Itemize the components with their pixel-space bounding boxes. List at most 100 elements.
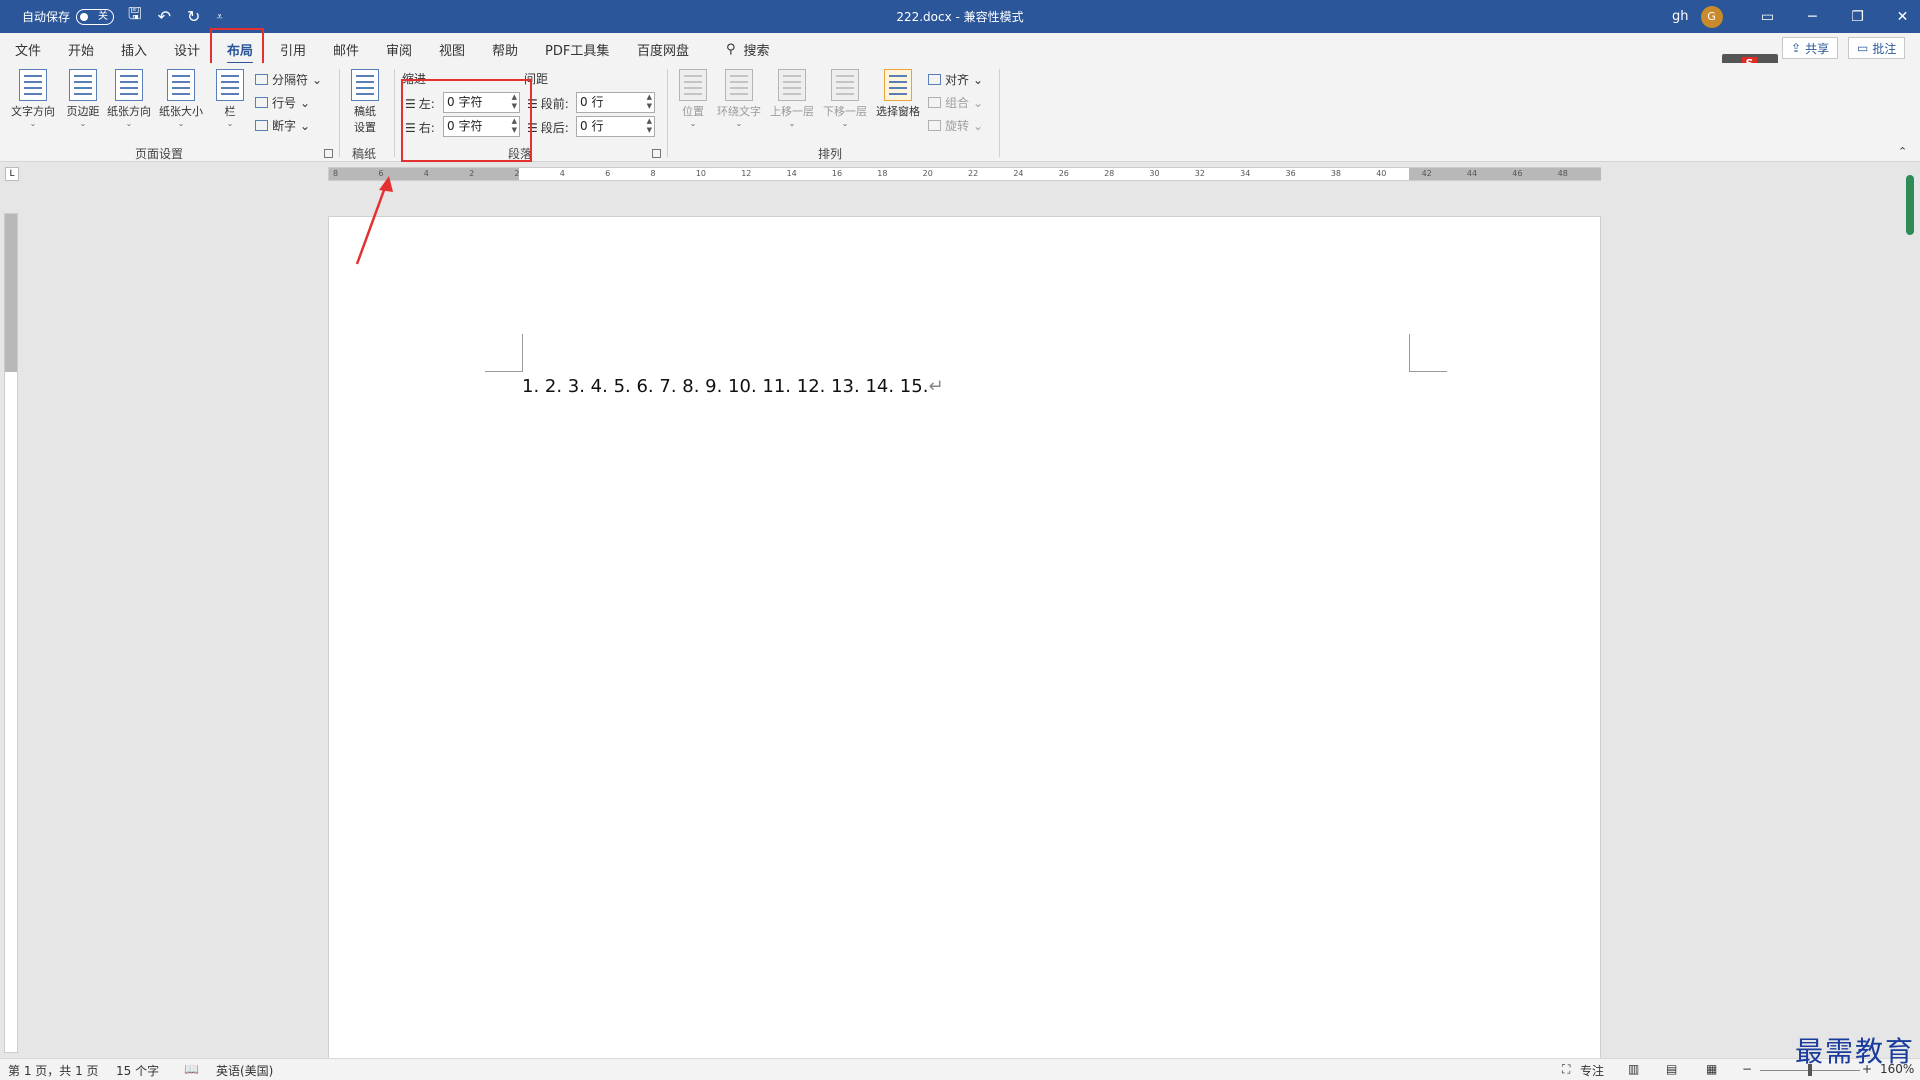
- focus-mode-label[interactable]: 专注: [1580, 1062, 1604, 1079]
- send-backward-button[interactable]: 下移一层 ⌄: [820, 69, 870, 128]
- ruler-tick-label: 34: [1240, 169, 1251, 178]
- ruler-tick-label: 40: [1376, 169, 1387, 178]
- spacing-after-label: ☰ 段后:: [527, 120, 569, 136]
- margins-button[interactable]: 页边距 ⌄: [58, 69, 108, 128]
- selection-pane-button[interactable]: 选择窗格: [873, 69, 923, 119]
- numbered-list-text: 1. 2. 3. 4. 5. 6. 7. 8. 9. 10. 11. 12. 1…: [522, 376, 929, 397]
- tab-home[interactable]: 开始: [68, 40, 94, 59]
- ribbon-display-icon[interactable]: ▭: [1745, 9, 1790, 25]
- paper-size-icon: [167, 69, 195, 101]
- selection-pane-label: 选择窗格: [876, 105, 920, 118]
- collapse-ribbon-icon[interactable]: ⌃: [1898, 145, 1907, 158]
- manuscript-settings-label-line1: 稿纸: [354, 105, 376, 118]
- user-account[interactable]: gh G: [1672, 0, 1723, 33]
- wrap-text-button[interactable]: 环绕文字 ⌄: [714, 69, 764, 128]
- tab-review[interactable]: 审阅: [386, 40, 412, 59]
- horizontal-ruler[interactable]: 8 6 4 2 2 4 6 8 10 12 14 16 18 20 22 24 26 28 30 32 34 36 38 40…: [328, 167, 1601, 181]
- document-body-text[interactable]: 1. 2. 3. 4. 5. 6. 7. 8. 9. 10. 11. 12. 1…: [522, 376, 944, 397]
- page-count[interactable]: 第 1 页，共 1 页: [8, 1062, 99, 1079]
- orientation-icon: [115, 69, 143, 101]
- autosave-control[interactable]: 自动保存 关: [22, 0, 115, 33]
- proofing-icon[interactable]: 📖: [184, 1062, 199, 1076]
- spinner-icon[interactable]: ▲ ▼: [647, 93, 652, 111]
- spacing-after-input[interactable]: 0 行 ▲ ▼: [576, 116, 655, 137]
- avatar[interactable]: G: [1700, 5, 1723, 28]
- hyphenation-button[interactable]: 断字 ⌄: [255, 117, 310, 134]
- paragraph-dialog-launcher[interactable]: [652, 149, 661, 158]
- comments-button[interactable]: ▭ 批注: [1848, 37, 1906, 59]
- minimize-icon[interactable]: ─: [1790, 9, 1835, 25]
- tab-design[interactable]: 设计: [174, 40, 200, 59]
- vertical-ruler[interactable]: [4, 213, 18, 1053]
- web-layout-icon[interactable]: ▦: [1706, 1062, 1717, 1076]
- position-button[interactable]: 位置 ⌄: [668, 69, 718, 128]
- share-button[interactable]: ⇪ 共享: [1782, 37, 1839, 59]
- comment-icon: ▭: [1857, 41, 1869, 55]
- ruler-tick-label: 16: [831, 169, 843, 178]
- tab-insert[interactable]: 插入: [121, 40, 147, 59]
- group-objects-button[interactable]: 组合 ⌄: [928, 94, 983, 111]
- text-direction-label: 文字方向: [11, 105, 55, 118]
- document-title-text: 222.docx - 兼容性模式: [896, 10, 1024, 24]
- indent-highlight-box: [401, 79, 532, 162]
- crop-mark-top-right: [1409, 334, 1447, 372]
- paragraph-mark: ↵: [928, 376, 944, 397]
- ribbon-tabs: 文件 开始 插入 设计 布局 引用 邮件 审阅 视图 帮助 PDF工具集 百度网…: [0, 33, 1920, 65]
- language-indicator[interactable]: 英语(美国): [216, 1062, 273, 1079]
- tab-pdf-tools[interactable]: PDF工具集: [545, 40, 609, 59]
- search-label: 搜索: [743, 44, 770, 59]
- manuscript-settings-button[interactable]: 稿纸 设置: [340, 69, 390, 135]
- group-label: 组合: [945, 96, 970, 110]
- page-setup-dialog-launcher[interactable]: [324, 149, 333, 158]
- text-direction-button[interactable]: 文字方向 ⌄: [8, 69, 58, 128]
- rotate-button[interactable]: 旋转 ⌄: [928, 117, 983, 134]
- page-setup-group-label: 页面设置: [135, 147, 184, 161]
- vertical-scrollbar[interactable]: [1906, 175, 1914, 235]
- breaks-button[interactable]: 分隔符 ⌄: [255, 71, 322, 88]
- bring-forward-button[interactable]: 上移一层 ⌄: [767, 69, 817, 128]
- undo-icon[interactable]: ↶: [158, 7, 171, 26]
- print-layout-icon[interactable]: ▤: [1666, 1062, 1677, 1076]
- word-count[interactable]: 15 个字: [116, 1062, 159, 1079]
- orientation-button[interactable]: 纸张方向 ⌄: [104, 69, 154, 128]
- tab-view[interactable]: 视图: [439, 40, 465, 59]
- tab-references[interactable]: 引用: [280, 40, 306, 59]
- ruler-tick-label: 20: [922, 169, 933, 178]
- hyphenation-icon: [255, 120, 268, 131]
- paper-size-button[interactable]: 纸张大小 ⌄: [156, 69, 206, 128]
- customize-qat-icon[interactable]: ⩡: [216, 10, 222, 24]
- autosave-toggle[interactable]: 关: [76, 8, 115, 25]
- margins-icon: [69, 69, 97, 101]
- spacing-before-label: ☰ 段前:: [527, 96, 569, 112]
- read-mode-icon[interactable]: ▥: [1628, 1062, 1639, 1076]
- ruler-tick-label: 38: [1330, 169, 1342, 178]
- crop-mark-top-left: [485, 334, 523, 372]
- restore-icon[interactable]: ❐: [1835, 9, 1880, 25]
- breaks-icon: [255, 74, 268, 85]
- tab-file[interactable]: 文件: [15, 40, 41, 59]
- columns-button[interactable]: 栏 ⌄: [205, 69, 255, 128]
- focus-icon[interactable]: ⛶: [1562, 1062, 1570, 1077]
- spinner-icon[interactable]: ▲ ▼: [647, 117, 652, 135]
- search-box[interactable]: ⚲ 搜索: [726, 40, 770, 59]
- document-page[interactable]: [328, 216, 1601, 1062]
- position-label: 位置: [682, 105, 704, 118]
- redo-icon[interactable]: ↻: [187, 7, 200, 26]
- spacing-before-input[interactable]: 0 行 ▲ ▼: [576, 92, 655, 113]
- spacing-before-value: 0 行: [580, 95, 604, 109]
- close-icon[interactable]: ✕: [1880, 9, 1920, 25]
- zoom-out-icon[interactable]: −: [1742, 1062, 1752, 1076]
- search-icon: ⚲: [726, 42, 736, 57]
- line-numbers-button[interactable]: 行号 ⌄: [255, 94, 310, 111]
- align-button[interactable]: 对齐 ⌄: [928, 71, 983, 88]
- tab-mailings[interactable]: 邮件: [333, 40, 359, 59]
- rotate-label: 旋转: [945, 119, 970, 133]
- ruler-tick-label: 26: [1058, 169, 1069, 178]
- tab-help[interactable]: 帮助: [492, 40, 518, 59]
- ruler-tick-label: 12: [741, 169, 752, 178]
- save-icon[interactable]: 🖫: [128, 3, 142, 30]
- ruler-tick-label: 30: [1149, 169, 1160, 178]
- ruler-tick-label: 8: [650, 169, 656, 178]
- tab-selector[interactable]: L: [5, 167, 19, 181]
- tab-baidu-netdisk[interactable]: 百度网盘: [637, 40, 689, 59]
